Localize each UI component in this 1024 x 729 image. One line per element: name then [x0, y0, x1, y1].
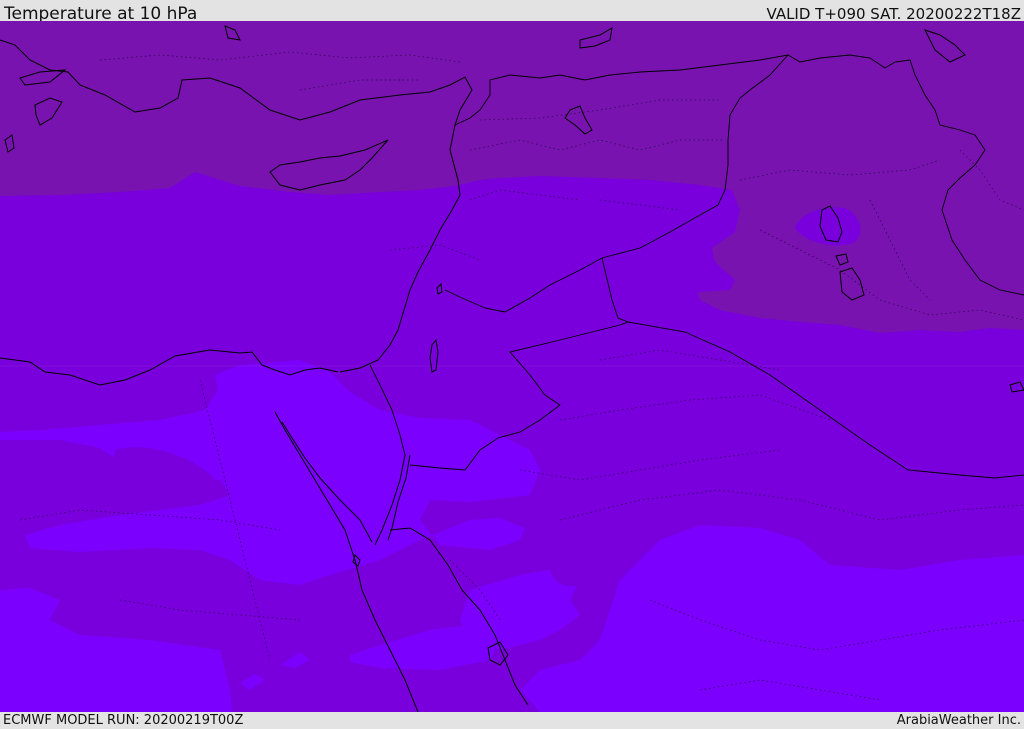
- weather-map: [0, 21, 1024, 712]
- model-run: ECMWF MODEL RUN: 20200219T00Z: [3, 713, 244, 728]
- header-bar: Temperature at 10 hPa VALID T+090 SAT. 2…: [0, 0, 1024, 24]
- brand-label: ArabiaWeather Inc.: [896, 713, 1021, 728]
- footer-bar: ECMWF MODEL RUN: 20200219T00Z ArabiaWeat…: [0, 712, 1024, 729]
